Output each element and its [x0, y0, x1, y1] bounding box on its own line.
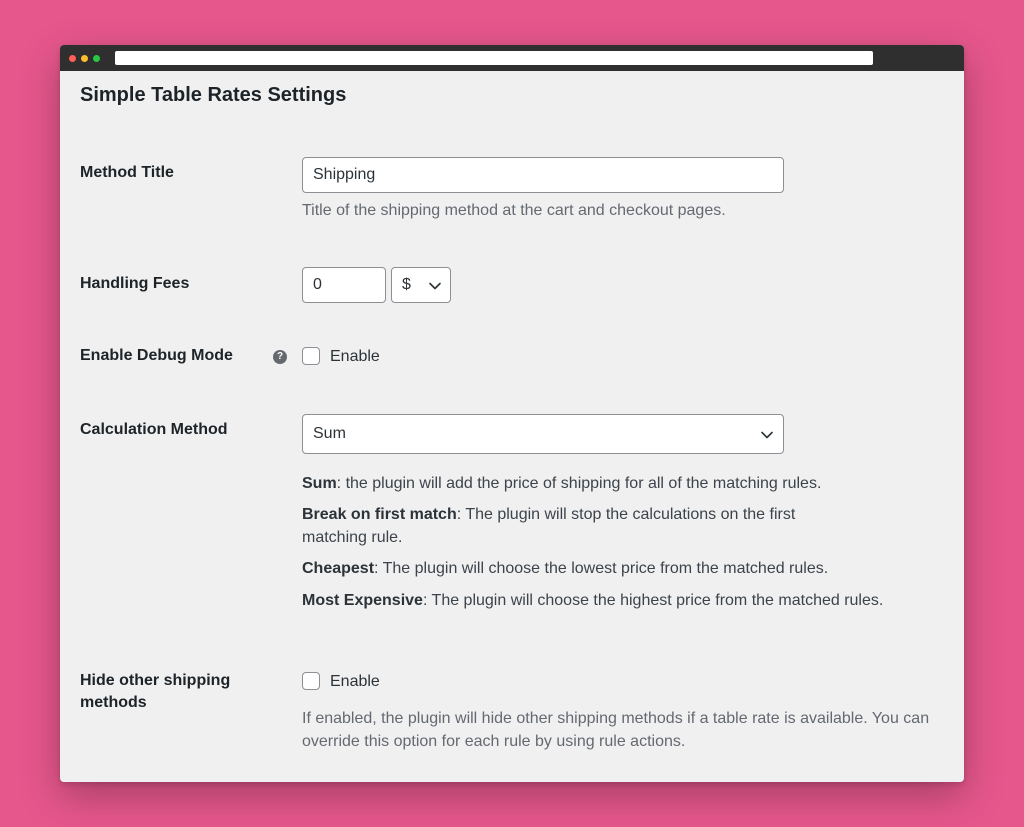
calc-option-sum: Sum: the plugin will add the price of sh… [302, 472, 952, 495]
browser-titlebar [60, 45, 964, 71]
calc-option-name: Sum [302, 475, 337, 492]
currency-select[interactable]: $ [391, 267, 451, 303]
hide-other-methods-checkbox[interactable] [302, 672, 320, 690]
method-title-label: Method Title [80, 164, 174, 181]
hide-other-methods-label: Hide other shipping methods [80, 672, 231, 711]
calc-option-name: Most Expensive [302, 592, 423, 609]
calculation-method-selected-value: Sum [313, 425, 346, 442]
address-bar[interactable] [115, 51, 873, 65]
calc-option-most-expensive: Most Expensive: The plugin will choose t… [302, 589, 952, 612]
calc-option-text: : The plugin will choose the lowest pric… [374, 560, 829, 577]
calc-option-name: Break on first match [302, 506, 457, 523]
page-title: Simple Table Rates Settings [80, 84, 347, 106]
chevron-down-icon [761, 431, 773, 439]
help-icon[interactable]: ? [273, 350, 287, 364]
chevron-down-icon [429, 282, 441, 290]
debug-mode-checkbox-label[interactable]: Enable [330, 346, 380, 368]
maximize-window-button[interactable] [93, 55, 100, 62]
currency-selected-value: $ [402, 276, 411, 293]
close-window-button[interactable] [69, 55, 76, 62]
calculation-method-label: Calculation Method [80, 421, 228, 438]
method-title-value: Shipping [313, 166, 376, 183]
calc-option-cheapest: Cheapest: The plugin will choose the low… [302, 557, 952, 580]
handling-fees-label: Handling Fees [80, 275, 190, 292]
hide-other-methods-checkbox-label[interactable]: Enable [330, 671, 380, 693]
method-title-description: Title of the shipping method at the cart… [302, 202, 726, 219]
calc-option-name: Cheapest [302, 560, 375, 577]
hide-other-methods-description: If enabled, the plugin will hide other s… [302, 710, 930, 750]
method-title-input[interactable]: Shipping [302, 157, 784, 193]
handling-fees-value: 0 [313, 276, 322, 293]
handling-fees-input[interactable]: 0 [302, 267, 386, 303]
calc-option-break-on-first-match: Break on first match: The plugin will st… [302, 503, 862, 549]
browser-window: Simple Table Rates Settings Method Title… [60, 45, 964, 782]
debug-mode-checkbox[interactable] [302, 347, 320, 365]
debug-mode-label: Enable Debug Mode [80, 347, 233, 364]
calc-option-text: : the plugin will add the price of shipp… [336, 475, 822, 492]
calc-option-text: : The plugin will choose the highest pri… [422, 592, 884, 609]
calculation-method-select[interactable]: Sum [302, 414, 784, 454]
minimize-window-button[interactable] [81, 55, 88, 62]
